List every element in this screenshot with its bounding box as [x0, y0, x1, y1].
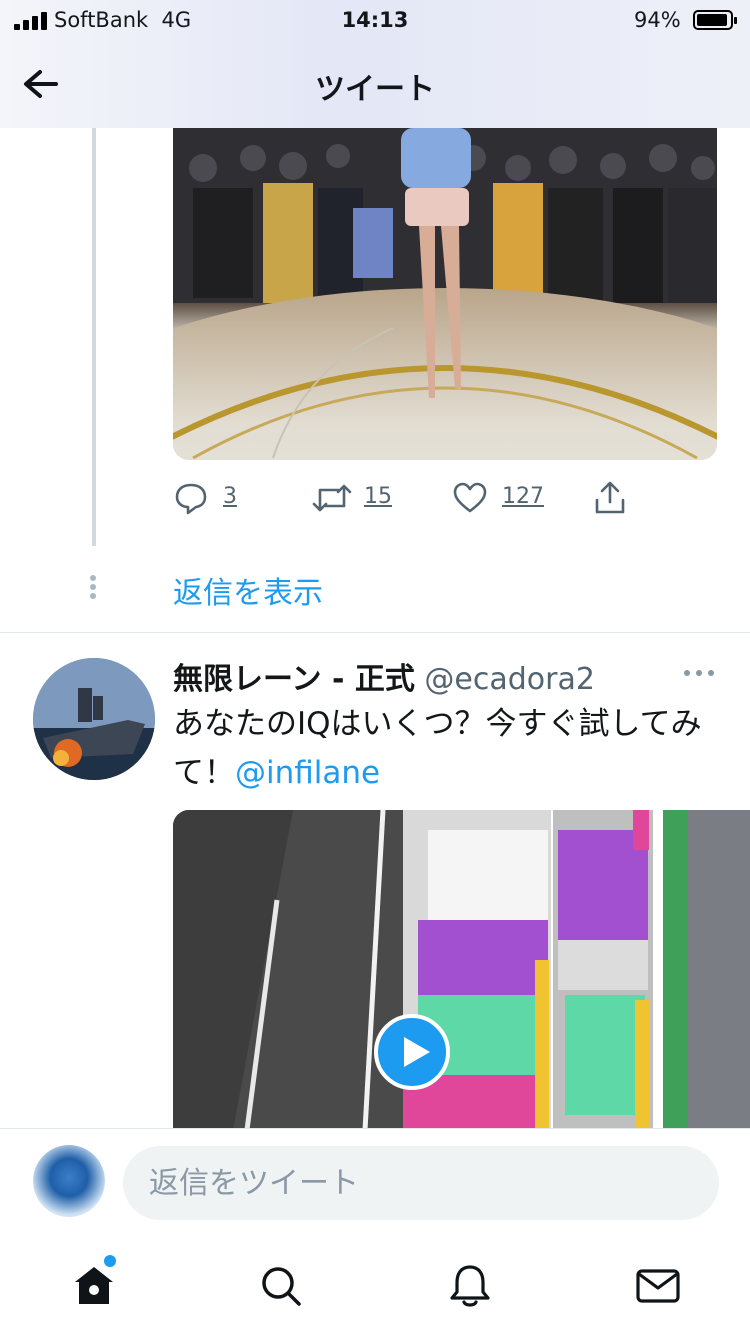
- share-icon: [595, 481, 625, 514]
- reply-action[interactable]: 3: [173, 476, 293, 520]
- status-bar: SoftBank 4G 14:13 94%: [0, 0, 750, 42]
- more-options-icon[interactable]: [684, 670, 716, 680]
- reply-count: 3: [223, 484, 237, 509]
- like-count: 127: [502, 484, 544, 509]
- tweet-video[interactable]: [173, 810, 750, 1130]
- search-icon: [262, 1267, 301, 1306]
- retweet-count: 15: [364, 484, 392, 509]
- reply-icon: [175, 483, 207, 515]
- retweet-action[interactable]: 15: [312, 476, 432, 520]
- play-button[interactable]: [374, 1014, 450, 1090]
- tab-messages[interactable]: [634, 1262, 682, 1310]
- tweet-author-line: 無限レーン - 正式 @ecadora2: [173, 654, 595, 698]
- show-replies-link[interactable]: 返信を表示: [173, 568, 323, 612]
- more-replies-dots-icon: [90, 575, 98, 601]
- home-icon: [75, 1267, 113, 1304]
- like-action[interactable]: 127: [452, 476, 572, 520]
- notifications-icon: [450, 1265, 490, 1307]
- author-display-name[interactable]: 無限レーン - 正式: [173, 662, 415, 697]
- reply-input[interactable]: [123, 1146, 719, 1220]
- messages-icon: [636, 1269, 680, 1303]
- tweet-text: あなたのIQはいくつ？今すぐ試してみて！@infilane: [173, 700, 713, 798]
- my-avatar[interactable]: [33, 1145, 105, 1217]
- avatar[interactable]: [33, 658, 155, 780]
- like-icon: [453, 482, 487, 513]
- new-content-dot: [104, 1255, 116, 1267]
- tab-notifications[interactable]: [446, 1262, 494, 1310]
- battery-icon: [693, 10, 737, 30]
- runway-image: [173, 128, 717, 460]
- top-bar: SoftBank 4G 14:13 94% ツイート: [0, 0, 750, 128]
- tab-search[interactable]: [257, 1262, 305, 1310]
- tweet-media-image[interactable]: [173, 128, 717, 460]
- battleship-avatar-image: [33, 658, 155, 780]
- share-action[interactable]: [592, 476, 632, 520]
- mention-link[interactable]: @infilane: [235, 755, 380, 791]
- tab-home[interactable]: [70, 1262, 118, 1310]
- page-title: ツイート: [315, 72, 435, 107]
- battery-percent: 94%: [634, 8, 681, 32]
- retweet-icon: [312, 484, 352, 512]
- divider: [0, 632, 750, 633]
- game-video-thumbnail: [173, 810, 750, 1130]
- author-handle[interactable]: @ecadora2: [424, 662, 595, 697]
- thread-connector-line: [92, 128, 96, 546]
